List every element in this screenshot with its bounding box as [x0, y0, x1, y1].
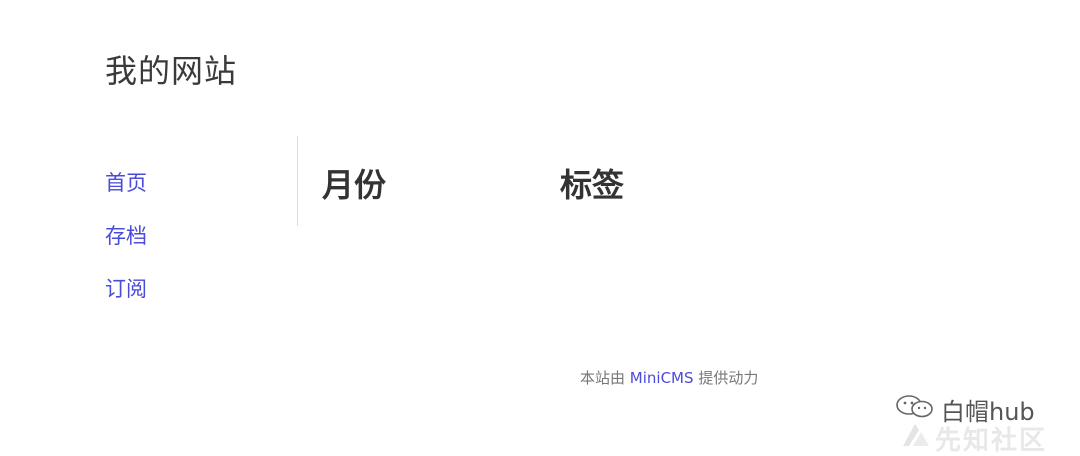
nav-item-archive[interactable]: 存档 — [105, 223, 275, 250]
tags-heading: 标签 — [560, 166, 625, 204]
site-title[interactable]: 我的网站 — [105, 46, 237, 92]
xianzhi-logo-icon — [901, 422, 931, 452]
footer: 本站由 MiniCMS 提供动力 — [580, 367, 758, 388]
watermark-community: 先知社区 — [935, 426, 1048, 456]
watermark: 白帽hub 先知社区 — [895, 392, 1065, 456]
main-nav: 首页 存档 订阅 — [105, 170, 275, 329]
sidebar-divider — [297, 136, 298, 226]
nav-item-home[interactable]: 首页 — [105, 170, 275, 197]
nav-item-subscribe[interactable]: 订阅 — [105, 276, 275, 303]
footer-suffix: 提供动力 — [698, 369, 759, 387]
footer-minicms-link[interactable]: MiniCMS — [630, 369, 694, 387]
months-heading: 月份 — [322, 166, 387, 204]
footer-prefix: 本站由 — [580, 369, 626, 387]
page: 我的网站 首页 存档 订阅 月份 标签 本站由 MiniCMS 提供动力 白帽h — [0, 0, 1080, 456]
